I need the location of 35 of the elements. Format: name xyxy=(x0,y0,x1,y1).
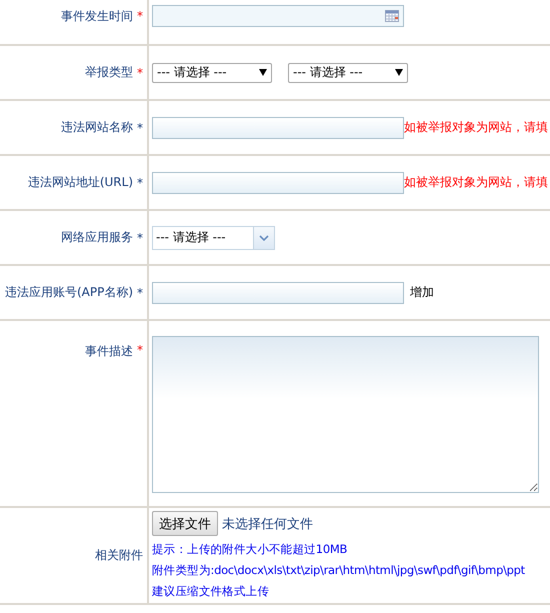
date-field[interactable] xyxy=(152,5,404,27)
choose-file-button[interactable]: 选择文件 xyxy=(152,511,218,536)
add-link[interactable]: 增加 xyxy=(410,284,434,301)
calendar-icon[interactable] xyxy=(385,10,399,22)
field-label: 事件发生时间 xyxy=(61,8,133,24)
note-text: 附件类型为:doc\docx\xls\txt\zip\rar\htm\html\jpg\swf\pdf\gif\bmp\ppt xyxy=(152,563,525,578)
text-field[interactable] xyxy=(152,282,404,304)
combo-box[interactable]: --- 请选择 --- xyxy=(152,226,275,250)
note-text: 提示：上传的附件大小不能超过10MB xyxy=(152,542,348,557)
select-field[interactable]: --- 请选择 --- xyxy=(152,62,272,82)
hint-text: 如被举报对象为网站，请填 xyxy=(404,119,548,136)
required-mark: * xyxy=(137,230,143,244)
text-field[interactable] xyxy=(152,172,404,194)
description-field[interactable] xyxy=(152,336,539,493)
required-mark: * xyxy=(137,176,143,190)
required-mark: * xyxy=(137,120,143,134)
required-mark: * xyxy=(137,66,143,80)
field-label: 违法网站地址(URL) xyxy=(28,174,133,191)
hint-text: 如被举报对象为网站，请填 xyxy=(404,174,548,191)
required-mark: * xyxy=(137,286,143,300)
file-status-text: 未选择任何文件 xyxy=(222,516,313,532)
field-label: 违法网站名称 xyxy=(61,119,133,136)
caret-icon xyxy=(395,69,403,76)
field-label: 事件描述 xyxy=(85,343,133,360)
field-label: 网络应用服务 xyxy=(61,229,133,246)
required-mark: * xyxy=(137,9,143,23)
field-label: 举报类型 xyxy=(85,64,133,81)
note-text: 建议压缩文件格式上传 xyxy=(152,584,270,599)
field-label: 违法应用账号(APP名称) xyxy=(4,284,133,301)
field-label: 相关附件 xyxy=(95,547,143,564)
caret-icon xyxy=(259,69,267,76)
text-field[interactable] xyxy=(152,116,404,138)
chevron-down-icon xyxy=(259,234,269,240)
select-field[interactable]: --- 请选择 --- xyxy=(288,62,408,82)
required-mark: * xyxy=(137,343,143,357)
